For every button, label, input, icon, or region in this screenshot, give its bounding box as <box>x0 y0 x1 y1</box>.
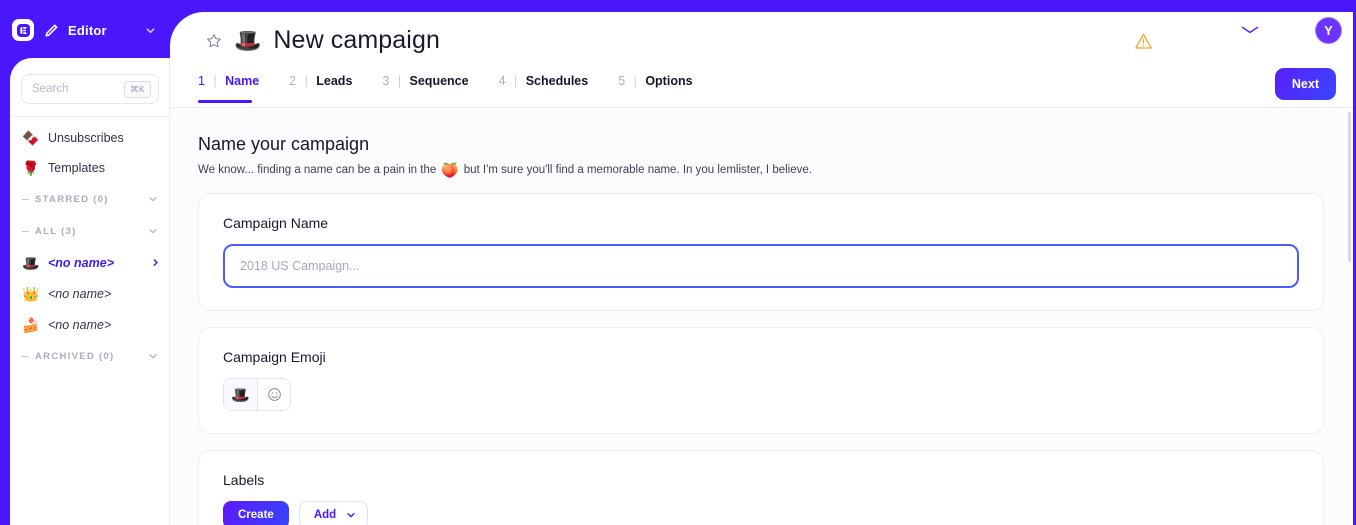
header-actions: ? Y <box>1168 17 1342 44</box>
tab-name[interactable]: 1 | Name <box>198 72 259 103</box>
tab-number: 1 <box>198 74 205 88</box>
list-item[interactable]: 👑 <no name> <box>10 278 170 309</box>
tab-label: Options <box>645 74 693 88</box>
tab-number: 2 <box>289 74 297 88</box>
left-edge-strip <box>0 0 10 525</box>
chevron-down-icon[interactable] <box>147 226 158 237</box>
campaign-emoji-label: Campaign Emoji <box>223 349 326 365</box>
labels-label: Labels <box>223 472 265 488</box>
tab-sequence[interactable]: 3 | Sequence <box>382 72 468 103</box>
campaign-name-label: <no name> <box>48 317 112 332</box>
campaign-emoji-card: Campaign Emoji 🎩 <box>198 327 1324 434</box>
chevron-down-icon <box>345 510 356 521</box>
campaign-name-card: Campaign Name <box>198 193 1324 311</box>
list-item[interactable]: 🍰 <no name> <box>10 309 170 340</box>
star-outline-icon[interactable] <box>205 32 222 49</box>
section-dash <box>22 230 29 232</box>
help-icon[interactable]: ? <box>1168 21 1188 41</box>
chevron-down-icon[interactable] <box>147 351 158 362</box>
sidebar-item-templates[interactable]: 🌹 Templates <box>10 153 170 183</box>
pencil-icon <box>43 22 59 38</box>
emoji-selector: 🎩 <box>223 378 291 411</box>
chevron-down-icon[interactable] <box>144 23 158 37</box>
brand-bar[interactable]: Editor <box>12 16 158 44</box>
tab-schedules[interactable]: 4 | Schedules <box>499 72 589 103</box>
tab-separator: | <box>513 74 518 88</box>
lemlist-logo-icon <box>12 19 34 41</box>
content-scrollbar[interactable] <box>1348 112 1351 262</box>
selected-emoji-button[interactable]: 🎩 <box>224 379 257 410</box>
tab-number: 5 <box>618 74 626 88</box>
search-placeholder: Search <box>32 83 69 95</box>
tabs-divider <box>170 107 1356 108</box>
page-title-row: 🎩 New campaign <box>205 26 440 55</box>
tab-separator: | <box>304 74 308 88</box>
campaign-emoji: 🎩 <box>234 27 262 53</box>
tophat-icon: 🎩 <box>22 254 40 271</box>
sidebar-section-archived[interactable]: ARCHIVED (0) <box>10 340 170 372</box>
next-button[interactable]: Next <box>1274 68 1336 100</box>
subtitle-text-after: but I'm sure you'll find a memorable nam… <box>463 164 812 176</box>
labels-card: Labels Create Add <box>198 450 1324 525</box>
tab-label: Sequence <box>409 74 469 88</box>
main-content: Name your campaign We know... finding a … <box>170 108 1350 525</box>
peach-icon: 🍑 <box>441 162 459 178</box>
tab-separator: | <box>633 74 637 88</box>
search-input[interactable]: Search ⌘K <box>21 74 159 104</box>
sidebar-item-label: Templates <box>48 161 105 175</box>
tab-separator: | <box>397 74 402 88</box>
chevron-right-icon[interactable] <box>150 258 160 268</box>
section-label: ARCHIVED (0) <box>35 350 115 362</box>
tab-leads[interactable]: 2 | Leads <box>289 72 352 103</box>
sidebar-section-starred[interactable]: STARRED (0) <box>10 183 170 215</box>
add-label-text: Add <box>313 509 337 521</box>
campaign-name-input[interactable] <box>223 244 1299 288</box>
section-label: STARRED (0) <box>35 193 109 205</box>
sidebar-divider <box>10 116 170 117</box>
subtitle-text-before: We know... finding a name can be a pain … <box>198 164 437 176</box>
list-item[interactable]: 🎩 <no name> <box>10 247 170 278</box>
add-label-button[interactable]: Add <box>298 501 369 525</box>
tab-number: 4 <box>498 74 506 88</box>
brand-name-label: Editor <box>68 22 107 38</box>
sidebar-item-unsubscribes[interactable]: 🍫 Unsubscribes <box>10 123 170 153</box>
step-tabs: 1 | Name 2 | Leads 3 | Sequence 4 | Sche… <box>198 72 693 103</box>
section-heading: Name your campaign <box>198 134 370 154</box>
tab-separator: | <box>213 74 217 88</box>
rose-icon: 🌹 <box>22 160 40 176</box>
page-title: New campaign <box>273 26 440 54</box>
mail-icon[interactable] <box>1240 21 1260 41</box>
labels-buttons: Create Add <box>223 501 1299 525</box>
sidebar: Search ⌘K 🍫 Unsubscribes 🌹 Templates STA… <box>10 58 170 525</box>
tab-label: Name <box>225 74 260 88</box>
tab-number: 3 <box>382 74 390 88</box>
crown-icon: 👑 <box>22 285 40 302</box>
section-subtitle: We know... finding a name can be a pain … <box>198 163 1350 177</box>
chocolate-icon: 🍫 <box>22 130 40 146</box>
sidebar-item-label: Unsubscribes <box>48 131 124 145</box>
chevron-down-icon[interactable] <box>147 194 158 205</box>
warning-triangle-icon[interactable] <box>1134 32 1153 51</box>
avatar[interactable]: Y <box>1315 17 1342 44</box>
svg-text:?: ? <box>1173 23 1182 40</box>
campaign-name-label: <no name> <box>48 255 114 270</box>
section-label: ALL (3) <box>35 225 77 237</box>
section-dash <box>22 355 29 357</box>
section-dash <box>22 198 29 200</box>
tab-options[interactable]: 5 | Options <box>618 72 692 103</box>
create-label-button[interactable]: Create <box>223 501 289 525</box>
campaign-name-label: Campaign Name <box>223 215 329 231</box>
app-root: Editor ? Y 🎩 New campaign Search ⌘K 🍫 Un… <box>0 0 1356 525</box>
emoji-picker-button[interactable] <box>257 379 290 410</box>
tab-label: Schedules <box>525 74 589 88</box>
sidebar-section-all[interactable]: ALL (3) <box>10 215 170 247</box>
notifications-icon[interactable] <box>1276 21 1296 41</box>
campaign-name-label: <no name> <box>48 286 112 301</box>
phone-icon[interactable] <box>1204 21 1224 41</box>
tab-label: Leads <box>316 74 353 88</box>
search-shortcut-badge: ⌘K <box>124 80 151 98</box>
cake-icon: 🍰 <box>22 316 40 333</box>
